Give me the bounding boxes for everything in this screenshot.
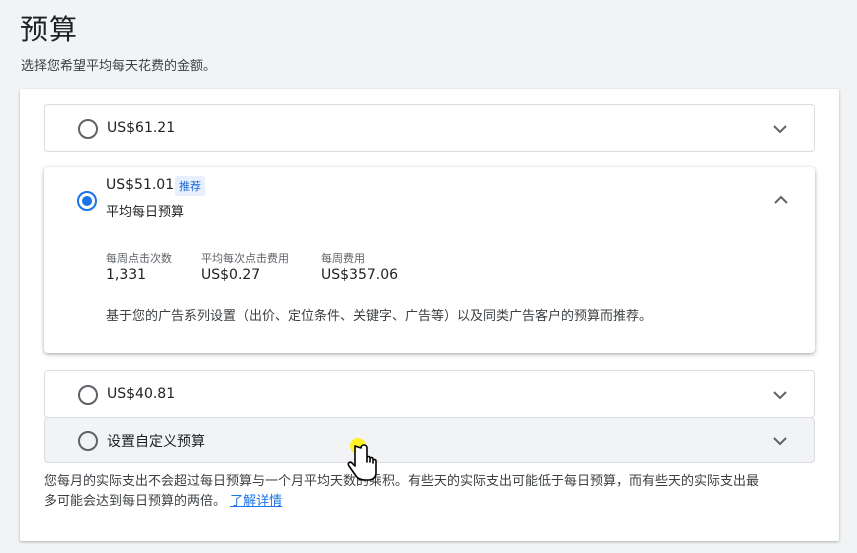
avg-cpc-label: 平均每次点击费用 [201,252,289,265]
weekly-clicks-label: 每周点击次数 [106,252,172,265]
weekly-cost-value: US$357.06 [321,267,399,283]
chevron-down-icon[interactable] [770,119,790,139]
radio-button[interactable] [78,431,98,451]
radio-button[interactable] [78,119,98,139]
learn-more-link[interactable]: 了解详情 [230,494,282,509]
budget-option-40[interactable]: US$40.81 [44,370,815,418]
recommendation-explanation: 基于您的广告系列设置（出价、定位条件、关键字、广告等）以及同类广告客户的预算而推… [106,309,653,324]
page-subtitle: 选择您希望平均每天花费的金额。 [21,59,217,74]
avg-cpc-value: US$0.27 [201,267,261,283]
option-label: US$61.21 [107,120,176,136]
weekly-cost-label: 每周费用 [321,252,365,265]
option-sublabel: 平均每日预算 [106,205,185,220]
page-title: 预算 [20,13,79,46]
chevron-down-icon[interactable] [770,431,790,451]
budget-option-custom[interactable]: 设置自定义预算 [44,417,815,463]
hand-cursor-icon [347,438,377,481]
budget-footnote: 您每月的实际支出不会超过每日预算与一个月平均天数的乘积。有些天的实际支出可能低于… [44,472,814,512]
chevron-down-icon[interactable] [770,385,790,405]
footnote-line2: 多可能会达到每日预算的两倍。 [44,494,227,509]
chevron-up-icon[interactable] [771,190,791,210]
option-label: US$40.81 [107,386,176,402]
budget-option-61[interactable]: US$61.21 [44,104,815,152]
recommended-badge: 推荐 [175,176,205,196]
budget-option-51-recommended[interactable]: US$51.01 推荐 平均每日预算 每周点击次数 1,331 平均每次点击费用… [44,167,815,353]
radio-button-selected[interactable] [77,191,97,211]
option-label: US$51.01 [106,177,175,193]
radio-button[interactable] [78,385,98,405]
weekly-clicks-value: 1,331 [106,267,147,283]
footnote-line1: 您每月的实际支出不会超过每日预算与一个月平均天数的乘积。有些天的实际支出可能低于… [44,474,760,489]
option-label: 设置自定义预算 [107,434,205,450]
